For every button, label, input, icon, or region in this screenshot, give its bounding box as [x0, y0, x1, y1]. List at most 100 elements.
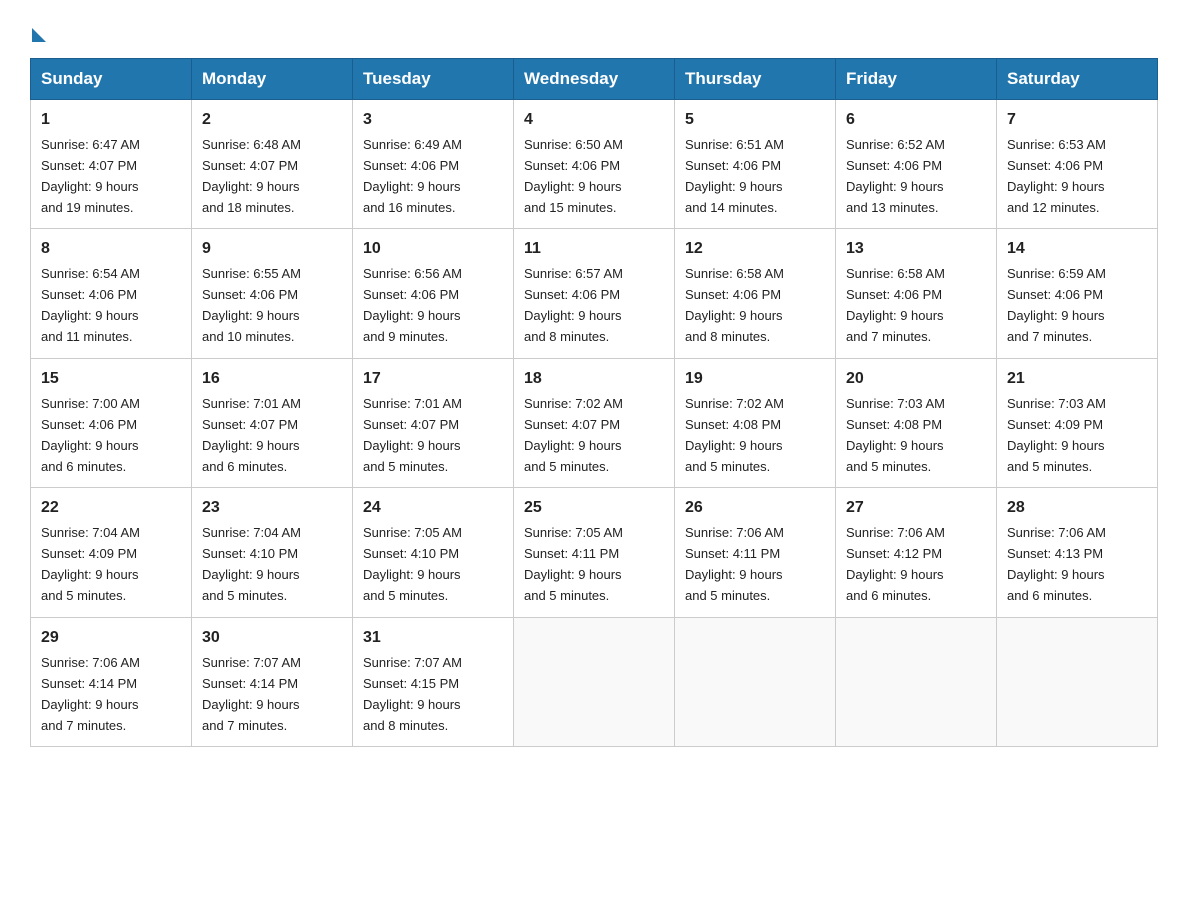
- day-number: 28: [1007, 496, 1147, 521]
- day-number: 22: [41, 496, 181, 521]
- day-info: Sunrise: 7:03 AMSunset: 4:09 PMDaylight:…: [1007, 396, 1106, 474]
- calendar-day-cell: 9 Sunrise: 6:55 AMSunset: 4:06 PMDaylight…: [192, 229, 353, 358]
- calendar-day-cell: 15 Sunrise: 7:00 AMSunset: 4:06 PMDayligh…: [31, 358, 192, 487]
- day-info: Sunrise: 7:06 AMSunset: 4:11 PMDaylight:…: [685, 525, 784, 603]
- day-info: Sunrise: 7:06 AMSunset: 4:13 PMDaylight:…: [1007, 525, 1106, 603]
- calendar-day-cell: 22 Sunrise: 7:04 AMSunset: 4:09 PMDayligh…: [31, 488, 192, 617]
- header-friday: Friday: [836, 59, 997, 100]
- day-info: Sunrise: 7:05 AMSunset: 4:11 PMDaylight:…: [524, 525, 623, 603]
- day-info: Sunrise: 7:07 AMSunset: 4:14 PMDaylight:…: [202, 655, 301, 733]
- day-number: 10: [363, 237, 503, 262]
- day-info: Sunrise: 6:53 AMSunset: 4:06 PMDaylight:…: [1007, 137, 1106, 215]
- calendar-day-cell: 11 Sunrise: 6:57 AMSunset: 4:06 PMDayligh…: [514, 229, 675, 358]
- header-sunday: Sunday: [31, 59, 192, 100]
- day-number: 15: [41, 367, 181, 392]
- day-info: Sunrise: 6:59 AMSunset: 4:06 PMDaylight:…: [1007, 266, 1106, 344]
- calendar-day-cell: 16 Sunrise: 7:01 AMSunset: 4:07 PMDayligh…: [192, 358, 353, 487]
- day-info: Sunrise: 7:03 AMSunset: 4:08 PMDaylight:…: [846, 396, 945, 474]
- calendar-header-row: SundayMondayTuesdayWednesdayThursdayFrid…: [31, 59, 1158, 100]
- calendar-day-cell: 2 Sunrise: 6:48 AMSunset: 4:07 PMDaylight…: [192, 100, 353, 229]
- day-number: 23: [202, 496, 342, 521]
- calendar-day-cell: 28 Sunrise: 7:06 AMSunset: 4:13 PMDayligh…: [997, 488, 1158, 617]
- day-info: Sunrise: 6:47 AMSunset: 4:07 PMDaylight:…: [41, 137, 140, 215]
- calendar-day-cell: 31 Sunrise: 7:07 AMSunset: 4:15 PMDayligh…: [353, 617, 514, 746]
- calendar-day-cell: 25 Sunrise: 7:05 AMSunset: 4:11 PMDayligh…: [514, 488, 675, 617]
- day-number: 12: [685, 237, 825, 262]
- calendar-day-cell: 12 Sunrise: 6:58 AMSunset: 4:06 PMDayligh…: [675, 229, 836, 358]
- header-thursday: Thursday: [675, 59, 836, 100]
- day-info: Sunrise: 7:02 AMSunset: 4:07 PMDaylight:…: [524, 396, 623, 474]
- day-number: 24: [363, 496, 503, 521]
- day-info: Sunrise: 7:06 AMSunset: 4:12 PMDaylight:…: [846, 525, 945, 603]
- day-number: 26: [685, 496, 825, 521]
- day-number: 3: [363, 108, 503, 133]
- day-number: 13: [846, 237, 986, 262]
- calendar-day-cell: 10 Sunrise: 6:56 AMSunset: 4:06 PMDayligh…: [353, 229, 514, 358]
- day-info: Sunrise: 6:48 AMSunset: 4:07 PMDaylight:…: [202, 137, 301, 215]
- calendar-day-cell: 1 Sunrise: 6:47 AMSunset: 4:07 PMDaylight…: [31, 100, 192, 229]
- day-number: 25: [524, 496, 664, 521]
- calendar-day-cell: 29Sunrise: 7:06 AMSunset: 4:14 PMDayligh…: [31, 617, 192, 746]
- calendar-day-cell: 19 Sunrise: 7:02 AMSunset: 4:08 PMDayligh…: [675, 358, 836, 487]
- day-number: 9: [202, 237, 342, 262]
- day-number: 17: [363, 367, 503, 392]
- day-number: 2: [202, 108, 342, 133]
- calendar-week-row: 15 Sunrise: 7:00 AMSunset: 4:06 PMDayligh…: [31, 358, 1158, 487]
- calendar-day-cell: 3 Sunrise: 6:49 AMSunset: 4:06 PMDaylight…: [353, 100, 514, 229]
- day-info: Sunrise: 6:58 AMSunset: 4:06 PMDaylight:…: [846, 266, 945, 344]
- day-info: Sunrise: 6:57 AMSunset: 4:06 PMDaylight:…: [524, 266, 623, 344]
- calendar-table: SundayMondayTuesdayWednesdayThursdayFrid…: [30, 58, 1158, 747]
- page-header: [30, 24, 1158, 40]
- calendar-week-row: 22 Sunrise: 7:04 AMSunset: 4:09 PMDayligh…: [31, 488, 1158, 617]
- day-info: Sunrise: 6:56 AMSunset: 4:06 PMDaylight:…: [363, 266, 462, 344]
- day-info: Sunrise: 7:02 AMSunset: 4:08 PMDaylight:…: [685, 396, 784, 474]
- header-saturday: Saturday: [997, 59, 1158, 100]
- day-number: 7: [1007, 108, 1147, 133]
- day-number: 1: [41, 108, 181, 133]
- day-number: 31: [363, 626, 503, 651]
- day-number: 18: [524, 367, 664, 392]
- calendar-day-cell: 27 Sunrise: 7:06 AMSunset: 4:12 PMDayligh…: [836, 488, 997, 617]
- day-info: Sunrise: 7:01 AMSunset: 4:07 PMDaylight:…: [363, 396, 462, 474]
- day-info: Sunrise: 7:05 AMSunset: 4:10 PMDaylight:…: [363, 525, 462, 603]
- day-number: 30: [202, 626, 342, 651]
- day-number: 27: [846, 496, 986, 521]
- day-info: Sunrise: 6:55 AMSunset: 4:06 PMDaylight:…: [202, 266, 301, 344]
- day-info: Sunrise: 6:50 AMSunset: 4:06 PMDaylight:…: [524, 137, 623, 215]
- day-info: Sunrise: 7:04 AMSunset: 4:09 PMDaylight:…: [41, 525, 140, 603]
- day-info: Sunrise: 7:01 AMSunset: 4:07 PMDaylight:…: [202, 396, 301, 474]
- calendar-day-cell: [675, 617, 836, 746]
- calendar-week-row: 29Sunrise: 7:06 AMSunset: 4:14 PMDayligh…: [31, 617, 1158, 746]
- calendar-week-row: 1 Sunrise: 6:47 AMSunset: 4:07 PMDaylight…: [31, 100, 1158, 229]
- logo-triangle-icon: [32, 28, 46, 42]
- day-number: 5: [685, 108, 825, 133]
- day-info: Sunrise: 6:49 AMSunset: 4:06 PMDaylight:…: [363, 137, 462, 215]
- calendar-day-cell: 24 Sunrise: 7:05 AMSunset: 4:10 PMDayligh…: [353, 488, 514, 617]
- calendar-day-cell: 23 Sunrise: 7:04 AMSunset: 4:10 PMDayligh…: [192, 488, 353, 617]
- day-number: 8: [41, 237, 181, 262]
- calendar-day-cell: 17 Sunrise: 7:01 AMSunset: 4:07 PMDayligh…: [353, 358, 514, 487]
- day-number: 14: [1007, 237, 1147, 262]
- day-number: 11: [524, 237, 664, 262]
- day-info: Sunrise: 7:04 AMSunset: 4:10 PMDaylight:…: [202, 525, 301, 603]
- calendar-day-cell: [836, 617, 997, 746]
- day-info: Sunrise: 7:07 AMSunset: 4:15 PMDaylight:…: [363, 655, 462, 733]
- calendar-day-cell: [514, 617, 675, 746]
- calendar-day-cell: 13 Sunrise: 6:58 AMSunset: 4:06 PMDayligh…: [836, 229, 997, 358]
- calendar-day-cell: 21Sunrise: 7:03 AMSunset: 4:09 PMDayligh…: [997, 358, 1158, 487]
- day-number: 20: [846, 367, 986, 392]
- day-info: Sunrise: 7:06 AMSunset: 4:14 PMDaylight:…: [41, 655, 140, 733]
- calendar-day-cell: 7 Sunrise: 6:53 AMSunset: 4:06 PMDaylight…: [997, 100, 1158, 229]
- calendar-week-row: 8Sunrise: 6:54 AMSunset: 4:06 PMDaylight…: [31, 229, 1158, 358]
- day-number: 6: [846, 108, 986, 133]
- calendar-day-cell: 6Sunrise: 6:52 AMSunset: 4:06 PMDaylight…: [836, 100, 997, 229]
- header-monday: Monday: [192, 59, 353, 100]
- day-number: 16: [202, 367, 342, 392]
- day-info: Sunrise: 6:58 AMSunset: 4:06 PMDaylight:…: [685, 266, 784, 344]
- calendar-day-cell: 20 Sunrise: 7:03 AMSunset: 4:08 PMDayligh…: [836, 358, 997, 487]
- calendar-day-cell: 4Sunrise: 6:50 AMSunset: 4:06 PMDaylight…: [514, 100, 675, 229]
- header-tuesday: Tuesday: [353, 59, 514, 100]
- day-number: 19: [685, 367, 825, 392]
- day-info: Sunrise: 7:00 AMSunset: 4:06 PMDaylight:…: [41, 396, 140, 474]
- day-info: Sunrise: 6:51 AMSunset: 4:06 PMDaylight:…: [685, 137, 784, 215]
